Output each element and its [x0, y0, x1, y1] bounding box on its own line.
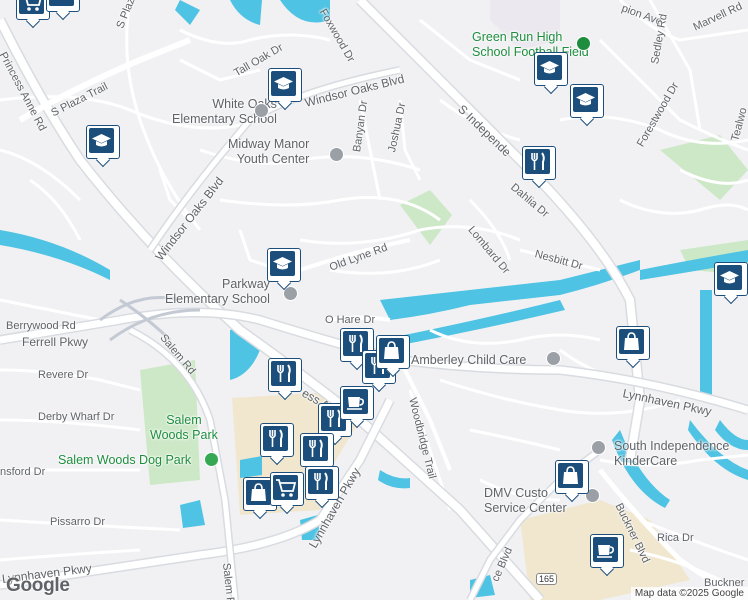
street-label-derby-wharf-dr: Derby Wharf Dr: [38, 411, 115, 423]
fork-knife-icon: [309, 439, 323, 457]
stadium-dot-icon[interactable]: [576, 36, 591, 51]
google-logo[interactable]: Google: [6, 575, 70, 597]
school-marker[interactable]: [267, 248, 301, 292]
park-dot-icon[interactable]: [204, 452, 219, 467]
kindercare-dot-icon[interactable]: [591, 440, 606, 455]
school-dot-icon[interactable]: [254, 103, 269, 118]
street-label-ransford-dr: nsford Dr: [0, 466, 46, 478]
street-label-ferrell-pkwy: Ferrell Pkwy: [22, 335, 89, 349]
place-label-salem-woods-dog[interactable]: Salem Woods Dog Park: [58, 453, 191, 468]
school-marker[interactable]: [714, 262, 748, 306]
street-label-rica-dr: Rica Dr: [657, 532, 694, 544]
place-label-green-run-high[interactable]: Green Run High School Football Field: [472, 30, 589, 60]
school-marker[interactable]: [46, 0, 80, 22]
school-marker[interactable]: [268, 68, 302, 112]
route-shield-165: 165: [536, 573, 558, 585]
shopping-marker[interactable]: [555, 460, 589, 504]
graduation-cap-icon: [540, 61, 559, 74]
restaurant-marker[interactable]: [260, 423, 294, 467]
shopping-bag-icon: [624, 332, 639, 350]
map-attribution: Map data ©2025 Google: [630, 587, 748, 600]
fork-knife-icon: [531, 152, 545, 170]
street-label-revere-dr: Revere Dr: [38, 369, 89, 381]
cafe-marker[interactable]: [340, 386, 374, 430]
coffee-cup-icon: [347, 397, 364, 410]
restaurant-marker[interactable]: [268, 358, 302, 402]
place-label-south-independence[interactable]: South Independence KinderCare: [614, 439, 729, 469]
shopping-bag-icon: [563, 466, 578, 484]
place-label-salem-woods-park[interactable]: Salem Woods Park: [150, 413, 218, 443]
graduation-cap-icon: [720, 271, 739, 284]
grocery-marker[interactable]: [16, 0, 50, 30]
childcare-dot-icon[interactable]: [546, 351, 561, 366]
place-label-midway-manor[interactable]: Midway Manor Youth Center: [228, 137, 309, 167]
shopping-marker[interactable]: [616, 326, 650, 370]
street-label-pissarro-dr: Pissarro Dr: [50, 516, 106, 528]
place-label-parkway-elem[interactable]: Parkway Elementary School: [165, 277, 270, 307]
fork-knife-icon: [277, 364, 291, 382]
grocery-marker[interactable]: [270, 472, 304, 516]
shopping-cart-icon: [25, 0, 42, 11]
graduation-cap-icon: [576, 93, 595, 106]
coffee-cup-icon: [597, 545, 614, 558]
fork-knife-icon: [314, 472, 328, 490]
school-marker[interactable]: [86, 125, 120, 169]
fork-knife-icon: [269, 429, 283, 447]
graduation-cap-icon: [92, 134, 111, 147]
shopping-bag-icon: [251, 483, 266, 501]
place-label-amberley[interactable]: Amberley Child Care: [411, 353, 526, 368]
street-label-berrywood-rd: Berrywood Rd: [6, 320, 76, 332]
graduation-cap-icon: [49, 0, 74, 6]
restaurant-marker[interactable]: [522, 146, 556, 190]
cafe-marker[interactable]: [590, 534, 624, 578]
shopping-bag-icon: [384, 341, 399, 359]
restaurant-marker[interactable]: [305, 466, 339, 510]
shopping-cart-icon: [276, 479, 297, 497]
map-canvas[interactable]: Princess Anne Rd S Plaza Trail S Plaza T…: [0, 0, 748, 600]
graduation-cap-icon: [274, 77, 293, 90]
landmark-dot-icon[interactable]: [329, 147, 344, 162]
graduation-cap-icon: [273, 257, 292, 270]
shopping-marker[interactable]: [376, 335, 410, 379]
school-marker[interactable]: [570, 84, 604, 128]
street-label-ohare-dr: O Hare Dr: [325, 314, 376, 326]
school-marker[interactable]: [534, 52, 568, 96]
